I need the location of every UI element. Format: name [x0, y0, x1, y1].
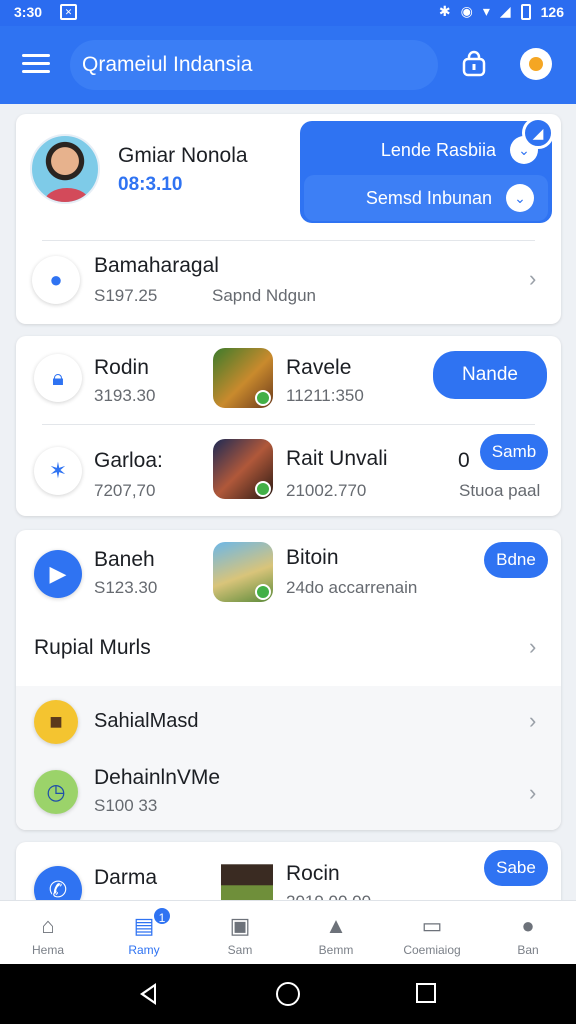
- tab-ban[interactable]: ● Ban: [480, 901, 576, 964]
- sub-list-item[interactable]: ■ SahialMasd ›: [16, 696, 561, 748]
- sub-item-title: DehainlnVMe: [94, 766, 221, 789]
- tab-bemm[interactable]: ▲ Bemm: [288, 901, 384, 964]
- shopping-bag-icon[interactable]: [460, 50, 488, 78]
- item-title: Garloa:: [94, 449, 163, 472]
- profile-balance: 08:3.10: [118, 174, 183, 195]
- bdne-button[interactable]: Bdne: [484, 542, 548, 578]
- account-note: Sapnd Ndgun: [212, 286, 316, 305]
- app-bar: Qrameiul Indansia: [0, 26, 576, 104]
- side-prefix: 0: [458, 449, 470, 472]
- tab-label: Ban: [517, 943, 539, 957]
- account-amount: S197.25: [94, 286, 158, 305]
- notification-icon: ✕: [60, 4, 77, 20]
- account-title: Bamaharagal: [94, 254, 219, 277]
- notification-badge: 1: [152, 906, 172, 926]
- chat-icon: ▭: [421, 913, 443, 938]
- tab-label: Bemm: [318, 943, 354, 957]
- games-card: 🔒︎ Rodin 3193.30 Ravele 11211:350 Nande …: [16, 336, 561, 516]
- profile-icon: ●: [521, 913, 535, 938]
- menu-icon[interactable]: [22, 54, 50, 74]
- section-header[interactable]: Rupial Murls ›: [16, 622, 561, 674]
- item-amount: 3193.30: [94, 386, 156, 405]
- bottom-tab-bar: ⌂ Hema ▤ 1 Ramy ▣ Sam ▲ Bemm ▭ Coemiaiog…: [0, 900, 576, 964]
- chevron-right-icon: ›: [529, 780, 537, 805]
- profile-card: Gmiar Nonola 08:3.10 Lende Rasbiia ⌄ Sem…: [16, 114, 561, 324]
- battery-label: 126: [540, 3, 564, 20]
- system-nav-bar: [0, 964, 576, 1024]
- bluetooth-icon: ✱: [438, 3, 451, 19]
- tab-ramy[interactable]: ▤ 1 Ramy: [96, 901, 192, 964]
- search-bar[interactable]: Qrameiul Indansia: [70, 40, 438, 90]
- action-semsd-button[interactable]: Semsd Inbunan ⌄: [304, 175, 548, 221]
- sub-list-item[interactable]: ◷ DehainlnVMe S100 33 ›: [16, 762, 561, 828]
- home-icon: ⌂: [41, 913, 55, 938]
- item-amount: S123.30: [94, 578, 158, 597]
- game-sub: 21002.770: [286, 481, 367, 500]
- recent-apps-icon[interactable]: [416, 983, 436, 1003]
- back-icon[interactable]: [140, 983, 156, 1005]
- game-title: Rocin: [286, 862, 340, 885]
- game-thumbnail[interactable]: [213, 439, 273, 499]
- section-title: Rupial Murls: [34, 636, 151, 659]
- account-row[interactable]: ● Bamaharagal S197.25 Sapnd Ndgun ›: [16, 244, 561, 324]
- tab-coemiaiog[interactable]: ▭ Coemiaiog: [384, 901, 480, 964]
- wifi-icon: ▾: [482, 3, 490, 19]
- tab-label: Coemiaiog: [403, 943, 461, 957]
- tab-home[interactable]: ⌂ Hema: [0, 901, 96, 964]
- item-title: Darma: [94, 866, 158, 889]
- user-icon: ●: [32, 256, 80, 304]
- clock-icon: ◷: [34, 770, 78, 814]
- signal-icon: ◢: [499, 3, 511, 19]
- chevron-right-icon: ›: [529, 266, 537, 291]
- item-title: Baneh: [94, 548, 155, 571]
- game-sub: 24do accarrenain: [286, 578, 418, 597]
- item-title: Rodin: [94, 356, 149, 379]
- rewards-card: ▶ Baneh S123.30 Bitoin 24do accarrenain …: [16, 530, 561, 830]
- chevron-down-icon: ⌄: [506, 184, 534, 212]
- action-lende-button[interactable]: Lende Rasbiia ⌄: [300, 127, 552, 173]
- sabe-button[interactable]: Sabe: [484, 850, 548, 886]
- list-item[interactable]: 🔒︎ Rodin 3193.30 Ravele 11211:350 Nande: [16, 336, 561, 424]
- nande-button[interactable]: Nande: [433, 351, 547, 399]
- tab-label: Hema: [31, 943, 64, 957]
- bolt-icon: ✶: [34, 447, 82, 495]
- camera-icon: ■: [34, 700, 78, 744]
- game-thumbnail[interactable]: [213, 542, 273, 602]
- tab-label: Sam: [227, 943, 253, 957]
- tab-sam[interactable]: ▣ Sam: [192, 901, 288, 964]
- avatar[interactable]: [30, 134, 100, 204]
- list-item[interactable]: ✶ Garloa: 7207,70 Rait Unvali 21002.770 …: [16, 425, 561, 515]
- samb-button[interactable]: Samb: [480, 434, 548, 470]
- action-label: Lende Rasbiia: [380, 140, 496, 160]
- warning-icon: ▲: [325, 913, 347, 938]
- game-thumbnail[interactable]: [213, 348, 273, 408]
- action-panel: Lende Rasbiia ⌄ Semsd Inbunan ⌄ ◢: [300, 117, 554, 223]
- profile-name: Gmiar Nonola: [118, 144, 248, 167]
- chevron-right-icon: ›: [529, 634, 537, 659]
- action-label: Semsd Inbunan: [365, 188, 492, 208]
- sync-icon: ◉: [460, 3, 473, 19]
- status-time: 3:30: [14, 4, 43, 20]
- battery-icon: [520, 3, 531, 20]
- game-title: Rait Unvali: [286, 447, 388, 470]
- item-amount: 7207,70: [94, 481, 156, 500]
- divider: [42, 240, 535, 241]
- play-icon: ▶: [34, 550, 82, 598]
- tab-label: Ramy: [128, 943, 160, 957]
- sub-item-amount: S100 33: [94, 796, 158, 815]
- status-icons: ✱ ◉ ▾ ◢ 126: [439, 3, 564, 20]
- status-bar: 3:30 ✕ ✱ ◉ ▾ ◢ 126: [0, 0, 576, 26]
- game-title: Bitoin: [286, 546, 339, 569]
- coin-icon[interactable]: [520, 48, 552, 80]
- game-title: Ravele: [286, 356, 352, 379]
- list-item[interactable]: ▶ Baneh S123.30 Bitoin 24do accarrenain …: [16, 530, 561, 610]
- home-button-icon[interactable]: [276, 982, 300, 1006]
- chevron-right-icon: ›: [529, 708, 537, 733]
- pin-icon[interactable]: ◢: [522, 117, 554, 149]
- lock-icon: 🔒︎: [34, 354, 82, 402]
- game-sub: 11211:350: [286, 386, 364, 405]
- side-text: Stuoa paal: [459, 481, 541, 500]
- box-icon: ▣: [229, 913, 251, 938]
- sub-item-title: SahialMasd: [94, 710, 199, 732]
